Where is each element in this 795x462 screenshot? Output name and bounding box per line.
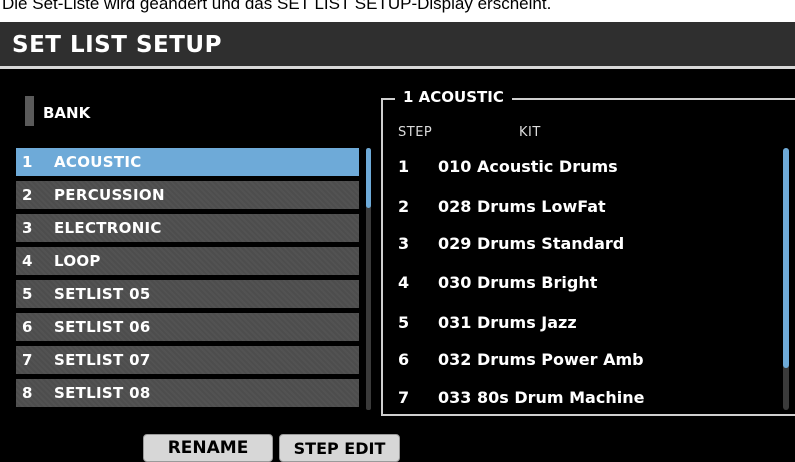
title-divider [0,66,795,69]
bank-number: 4 [22,252,33,270]
kit-step-number: 6 [398,349,410,369]
title-bar: SET LIST SETUP [0,22,795,66]
bank-name: PERCUSSION [54,186,165,204]
kit-name: 029 Drums Standard [438,233,625,253]
column-header-kit: KIT [519,125,541,140]
kit-row[interactable]: 1 010 Acoustic Drums [398,154,618,178]
rename-button[interactable]: RENAME [143,434,273,462]
kit-name: 032 Drums Power Amb [438,349,644,369]
bank-name: ELECTRONIC [54,219,162,237]
bank-number: 1 [22,153,33,171]
bank-number: 3 [22,219,33,237]
bank-name: SETLIST 08 [54,384,151,402]
bank-number: 6 [22,318,33,336]
kit-row[interactable]: 4 030 Drums Bright [398,270,597,294]
kit-step-number: 4 [398,272,410,292]
bank-list-item[interactable]: 7 SETLIST 07 [16,346,359,374]
kit-row[interactable]: 5 031 Drums Jazz [398,310,577,334]
kit-row[interactable]: 7 033 80s Drum Machine [398,385,644,409]
bank-list-item[interactable]: 3 ELECTRONIC [16,214,359,242]
kit-name: 033 80s Drum Machine [438,387,645,407]
kit-step-number: 3 [398,233,410,253]
kit-name: 010 Acoustic Drums [438,156,618,176]
kit-name: 031 Drums Jazz [438,312,577,332]
bank-list-item[interactable]: 2 PERCUSSION [16,181,359,209]
bank-name: SETLIST 05 [54,285,151,303]
bank-number: 2 [22,186,33,204]
kit-row[interactable]: 2 028 Drums LowFat [398,194,606,218]
kit-step-number: 1 [398,156,410,176]
bank-label: BANK [43,104,91,122]
bank-list-item[interactable]: 8 SETLIST 08 [16,379,359,407]
column-header-step: STEP [398,125,433,140]
bank-scrollbar-thumb[interactable] [366,148,371,208]
bank-name: SETLIST 07 [54,351,151,369]
caption-text: Die Set-Liste wird geändert und das SET … [0,0,795,22]
bank-indicator [25,96,34,126]
bank-list-item[interactable]: 1 ACOUSTIC [16,148,359,176]
kit-step-number: 5 [398,312,410,332]
bank-list-item[interactable]: 5 SETLIST 05 [16,280,359,308]
bank-name: SETLIST 06 [54,318,151,336]
kit-name: 030 Drums Bright [438,272,598,292]
step-edit-button[interactable]: STEP EDIT [279,434,400,462]
kit-scrollbar-thumb[interactable] [783,148,789,368]
bank-list-item[interactable]: 4 LOOP [16,247,359,275]
bank-number: 7 [22,351,33,369]
page-title: SET LIST SETUP [12,32,222,58]
kit-step-number: 7 [398,387,410,407]
bank-name: LOOP [54,252,101,270]
bank-name: ACOUSTIC [54,153,142,171]
kit-row[interactable]: 6 032 Drums Power Amb [398,347,644,371]
kit-row[interactable]: 3 029 Drums Standard [398,231,624,255]
bank-number: 5 [22,285,33,303]
bank-list-item[interactable]: 6 SETLIST 06 [16,313,359,341]
kit-step-number: 2 [398,196,410,216]
bank-number: 8 [22,384,33,402]
kit-name: 028 Drums LowFat [438,196,606,216]
kit-panel-title: 1 ACOUSTIC [395,88,512,106]
